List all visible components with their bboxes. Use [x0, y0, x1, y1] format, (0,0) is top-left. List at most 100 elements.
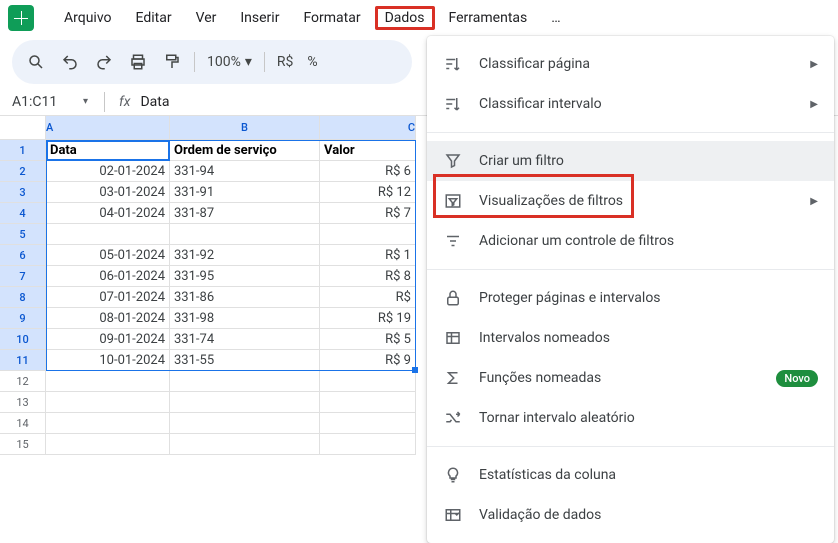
redo-icon[interactable]	[88, 46, 120, 78]
menu-sort-range[interactable]: Classificar intervalo ▶	[427, 84, 834, 124]
cell[interactable]: R$ 5	[320, 329, 416, 350]
cell[interactable]	[46, 413, 170, 434]
chevron-right-icon: ▶	[810, 59, 818, 70]
row-header[interactable]: 5	[0, 224, 46, 245]
row-header[interactable]: 12	[0, 371, 46, 392]
row-header[interactable]: 4	[0, 203, 46, 224]
undo-icon[interactable]	[54, 46, 86, 78]
row-header[interactable]: 2	[0, 161, 46, 182]
cell[interactable]: 331-94	[170, 161, 320, 182]
menubar: Arquivo Editar Ver Inserir Formatar Dado…	[0, 0, 838, 36]
cell[interactable]: 04-01-2024	[46, 203, 170, 224]
row-header[interactable]: 8	[0, 287, 46, 308]
menu-formatar[interactable]: Formatar	[293, 6, 370, 30]
cell[interactable]: 331-92	[170, 245, 320, 266]
cell[interactable]: R$ 7	[320, 203, 416, 224]
currency-button[interactable]: R$	[271, 46, 300, 78]
cell[interactable]: 331-98	[170, 308, 320, 329]
row-header[interactable]: 11	[0, 350, 46, 371]
cell[interactable]	[320, 413, 416, 434]
name-box[interactable]: A1:C11 ▾	[0, 94, 100, 110]
menu-more[interactable]: …	[541, 6, 570, 30]
chevron-down-icon: ▾	[83, 96, 88, 107]
validation-icon	[443, 505, 463, 525]
cell[interactable]	[170, 224, 320, 245]
cell[interactable]	[46, 392, 170, 413]
cell[interactable]	[46, 224, 170, 245]
menu-inserir[interactable]: Inserir	[230, 6, 289, 30]
cell[interactable]	[320, 371, 416, 392]
cell[interactable]: 331-74	[170, 329, 320, 350]
menu-ferramentas[interactable]: Ferramentas	[439, 6, 538, 30]
row-header[interactable]: 15	[0, 434, 46, 455]
paint-format-icon[interactable]	[156, 46, 188, 78]
col-header[interactable]: C	[320, 116, 416, 140]
formula-input[interactable]: Data	[140, 94, 169, 110]
col-header[interactable]: A	[46, 116, 170, 140]
cell[interactable]	[46, 371, 170, 392]
cell[interactable]	[170, 434, 320, 455]
search-icon[interactable]	[20, 46, 52, 78]
cell[interactable]	[320, 434, 416, 455]
cell[interactable]	[46, 434, 170, 455]
menu-protect[interactable]: Proteger páginas e intervalos	[427, 278, 834, 318]
cell[interactable]: 08-01-2024	[46, 308, 170, 329]
menu-add-filter-control[interactable]: Adicionar um controle de filtros	[427, 221, 834, 261]
cell[interactable]: 09-01-2024	[46, 329, 170, 350]
cell[interactable]: R$ 19	[320, 308, 416, 329]
menu-randomize[interactable]: Tornar intervalo aleatório	[427, 398, 834, 438]
sheets-logo[interactable]	[8, 5, 34, 31]
row-header[interactable]: 7	[0, 266, 46, 287]
row-header[interactable]: 6	[0, 245, 46, 266]
cell[interactable]: 02-01-2024	[46, 161, 170, 182]
percent-button[interactable]: %	[301, 46, 323, 78]
cell[interactable]: R$ 1	[320, 245, 416, 266]
zoom-select[interactable]: 100%▾	[201, 54, 258, 70]
row-header[interactable]: 3	[0, 182, 46, 203]
cell[interactable]: R$ 9	[320, 350, 416, 371]
print-icon[interactable]	[122, 46, 154, 78]
cell[interactable]: R$ 6	[320, 161, 416, 182]
menu-editar[interactable]: Editar	[126, 6, 182, 30]
cell[interactable]	[170, 413, 320, 434]
cell[interactable]: R$	[320, 287, 416, 308]
shuffle-icon	[443, 408, 463, 428]
cell[interactable]: 331-91	[170, 182, 320, 203]
row-header[interactable]: 14	[0, 413, 46, 434]
cell[interactable]	[320, 392, 416, 413]
menu-named-functions[interactable]: Funções nomeadas Novo	[427, 358, 834, 398]
cell[interactable]: 03-01-2024	[46, 182, 170, 203]
cell[interactable]: 331-86	[170, 287, 320, 308]
cell[interactable]: R$ 12	[320, 182, 416, 203]
menu-filter-views[interactable]: Visualizações de filtros ▶	[427, 181, 834, 221]
cell[interactable]: R$ 8	[320, 266, 416, 287]
menu-sort-page[interactable]: Classificar página ▶	[427, 44, 834, 84]
menu-named-ranges[interactable]: Intervalos nomeados	[427, 318, 834, 358]
menu-arquivo[interactable]: Arquivo	[54, 6, 122, 30]
cell[interactable]: Valor	[320, 140, 416, 161]
cell[interactable]	[170, 371, 320, 392]
select-all-corner[interactable]	[0, 116, 46, 140]
menu-column-stats[interactable]: Estatísticas da coluna	[427, 455, 834, 495]
cell[interactable]: Ordem de serviço	[170, 140, 320, 161]
named-ranges-icon	[443, 328, 463, 348]
cell[interactable]: 05-01-2024	[46, 245, 170, 266]
cell[interactable]: 10-01-2024	[46, 350, 170, 371]
row-header[interactable]: 10	[0, 329, 46, 350]
cell[interactable]: 331-87	[170, 203, 320, 224]
menu-dados[interactable]: Dados	[375, 6, 435, 30]
row-header[interactable]: 1	[0, 140, 46, 161]
cell[interactable]	[320, 224, 416, 245]
cell[interactable]: Data	[46, 140, 170, 161]
cell[interactable]: 07-01-2024	[46, 287, 170, 308]
col-header[interactable]: B	[170, 116, 320, 140]
row-header[interactable]: 13	[0, 392, 46, 413]
menu-create-filter[interactable]: Criar um filtro	[427, 141, 834, 181]
menu-ver[interactable]: Ver	[186, 6, 227, 30]
menu-data-validation[interactable]: Validação de dados	[427, 495, 834, 535]
cell[interactable]: 331-95	[170, 266, 320, 287]
row-header[interactable]: 9	[0, 308, 46, 329]
cell[interactable]	[170, 392, 320, 413]
cell[interactable]: 06-01-2024	[46, 266, 170, 287]
cell[interactable]: 331-55	[170, 350, 320, 371]
